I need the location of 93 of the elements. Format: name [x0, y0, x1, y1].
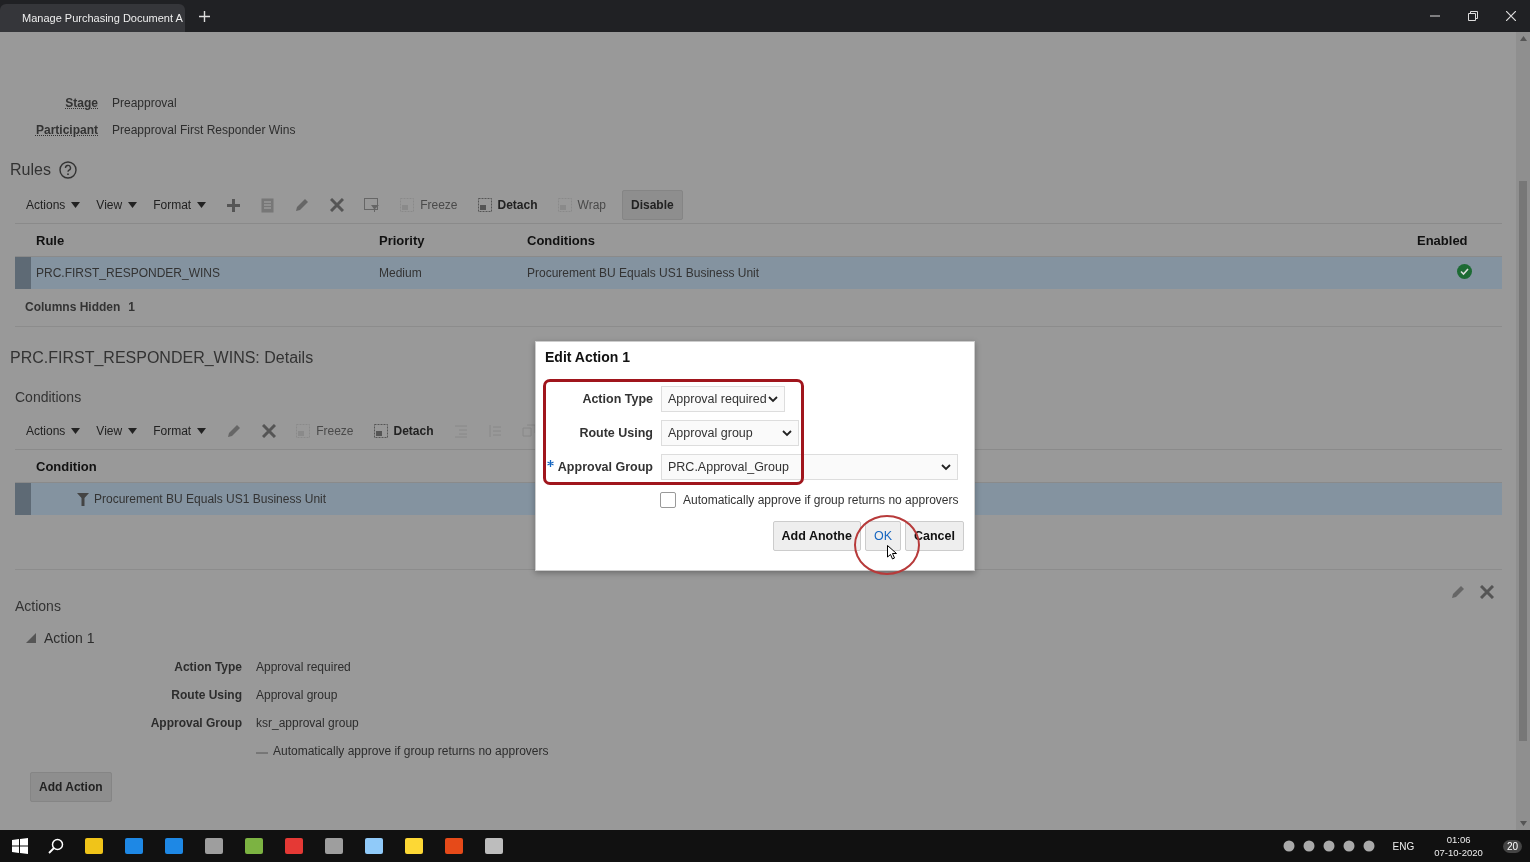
chevron-down-icon[interactable]	[941, 463, 951, 471]
close-icon[interactable]	[1506, 11, 1516, 21]
caret-icon	[197, 202, 207, 208]
checkbox[interactable]	[660, 492, 676, 508]
status-count: 1	[128, 300, 136, 314]
tray-icon[interactable]	[1362, 840, 1375, 852]
tray-icon[interactable]	[1342, 840, 1355, 852]
tab-title: Manage Purchasing Document A	[22, 12, 183, 24]
tray-icon[interactable]	[1302, 840, 1315, 852]
expand-icon[interactable]	[26, 633, 36, 643]
select-field[interactable]: Approval required	[661, 386, 785, 412]
required-icon	[546, 460, 554, 467]
filter-icon	[77, 492, 89, 506]
caret-icon	[71, 202, 81, 208]
select-field[interactable]: PRC.Approval_Group	[661, 454, 958, 480]
table-cell-text: Medium	[378, 266, 423, 280]
section-title: PRC.FIRST_RESPONDER_WINS: Details	[10, 349, 314, 367]
caret-icon	[128, 202, 138, 208]
column-header[interactable]: Condition	[31, 458, 97, 474]
taskbar-app-icon[interactable]	[364, 837, 384, 855]
tray-icon[interactable]	[1322, 840, 1335, 852]
chevron-down-icon[interactable]	[782, 429, 792, 437]
add-action-button[interactable]: Add Action	[30, 772, 112, 802]
field-label: Route Using	[579, 426, 653, 440]
table-cell-text: PRC.FIRST_RESPONDER_WINS	[35, 266, 222, 280]
column-header[interactable]: Enabled	[1412, 232, 1498, 248]
menu-button[interactable]: Actions	[26, 198, 81, 212]
taskbar-app-icon[interactable]	[244, 837, 264, 855]
new-tab-icon[interactable]	[199, 10, 210, 22]
menu-button[interactable]: Format	[153, 424, 207, 438]
chevron-down-icon[interactable]	[768, 395, 778, 403]
field-value: Approval group	[256, 688, 338, 702]
help-icon[interactable]	[58, 161, 77, 179]
dialog-button[interactable]: Add Anothe	[772, 521, 861, 551]
dialog-title: Edit Action 1	[544, 348, 632, 367]
caret-icon	[71, 428, 81, 434]
delete-icon[interactable]	[330, 198, 345, 212]
field-label: Participant	[35, 123, 98, 137]
caret-icon	[128, 428, 138, 434]
column-header[interactable]: Conditions	[522, 232, 595, 248]
section-title: Rules	[10, 161, 51, 179]
field-label: Approval Group	[557, 460, 653, 474]
browser-tab[interactable]: Manage Purchasing Document A	[0, 4, 185, 32]
window-icon	[477, 198, 492, 212]
field-label: Action Type	[173, 660, 242, 674]
field-value: Approval required	[256, 660, 351, 674]
table-row[interactable]: PRC.FIRST_RESPONDER_WINS Medium Procurement BU Equals US1 Business Unit	[15, 256, 1502, 289]
column-header[interactable]: Priority	[374, 232, 425, 248]
field-value: ksr_approval group	[256, 716, 359, 730]
restore-icon[interactable]	[1468, 11, 1478, 21]
taskbar-app-icon[interactable]	[404, 837, 424, 855]
taskbar-app-icon[interactable]	[84, 837, 104, 855]
taskbar-app-icon[interactable]	[324, 837, 344, 855]
menu-button[interactable]: View	[96, 198, 138, 212]
tray-icon[interactable]	[1282, 840, 1295, 852]
window-icon	[373, 424, 388, 438]
caret-icon	[197, 428, 207, 434]
section-title: Actions	[15, 598, 61, 614]
select-field[interactable]: Approval group	[661, 420, 799, 446]
windows-icon[interactable]	[12, 838, 28, 854]
delete-icon[interactable]	[262, 424, 277, 438]
table-cell-text: Procurement BU Equals US1 Business Unit	[526, 266, 761, 280]
field-label: Approval Group	[149, 716, 242, 730]
taskbar-app-icon[interactable]	[204, 837, 224, 855]
field-label: Route Using	[170, 688, 242, 702]
menu-button[interactable]: Format	[153, 198, 207, 212]
clock-time[interactable]: 01:06	[1446, 834, 1471, 845]
search-icon[interactable]	[48, 838, 64, 854]
delete-icon[interactable]	[1480, 585, 1494, 599]
action-title: Action 1	[44, 630, 95, 646]
field-label: Stage	[64, 96, 98, 110]
toolbar-button[interactable]: Detach	[473, 198, 542, 212]
dialog-button[interactable]: OK	[864, 521, 901, 551]
move-icon[interactable]	[521, 424, 536, 438]
checkbox-label: Automatically approve if group returns no approvers	[683, 493, 959, 507]
field-label: Action Type	[582, 392, 653, 406]
add-icon[interactable]	[226, 197, 242, 213]
column-header[interactable]: Rule	[31, 232, 65, 248]
language-indicator[interactable]: ENG	[1392, 840, 1415, 852]
notification-button[interactable]: 20	[1502, 839, 1522, 853]
clock-date[interactable]: 07-10-2020	[1434, 847, 1483, 858]
field-value: Preapproval	[112, 96, 177, 110]
cursor-icon	[887, 545, 897, 560]
table-cell: Procurement BU Equals US1 Business Unit	[94, 492, 327, 506]
menu-button[interactable]: Actions	[26, 424, 81, 438]
taskbar-app-icon[interactable]	[484, 837, 504, 855]
status-label: Columns Hidden	[25, 300, 121, 314]
menu-button[interactable]: View	[96, 424, 138, 438]
disable-button[interactable]: Disable	[622, 190, 683, 220]
section-title: Conditions	[15, 389, 82, 405]
field-value: Automatically approve if group returns no approvers	[273, 744, 549, 758]
toolbar-button[interactable]: Detach	[369, 424, 438, 438]
field-value: Preapproval First Responder Wins	[112, 123, 296, 137]
